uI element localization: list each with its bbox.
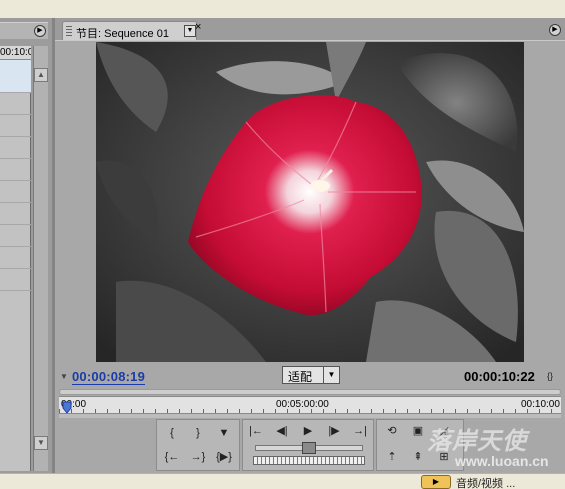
window-top-strip: [0, 0, 565, 18]
video-preview[interactable]: [96, 42, 524, 362]
time-ruler[interactable]: 00:00 00:05:00:00 00:10:00: [59, 396, 561, 414]
extract-icon[interactable]: ⇞: [407, 448, 429, 466]
vertical-scrollbar[interactable]: ▲ ▼: [33, 46, 48, 471]
track-row[interactable]: [0, 270, 31, 291]
play-icon[interactable]: ▶: [297, 422, 319, 440]
duration-timecode: 00:00:10:22: [464, 369, 535, 384]
scroll-up-arrow-icon[interactable]: ▲: [34, 68, 48, 82]
timeline-track-list: 00:10:00: [0, 46, 31, 471]
jog-wheel[interactable]: [253, 456, 365, 465]
timecode-marker-icon: ▼: [60, 372, 68, 381]
track-row[interactable]: [0, 182, 31, 203]
track-row[interactable]: [0, 94, 31, 115]
timeline-ruler: 00:10:00: [0, 46, 31, 60]
selected-track-row[interactable]: [0, 60, 31, 93]
taskbar-item-label[interactable]: 音频/视频 ...: [456, 475, 515, 489]
taskbar-app-icon[interactable]: ▶: [421, 475, 451, 489]
set-marker-icon[interactable]: ▼: [213, 424, 235, 442]
playback-button-group: |← ◀| ▶ |▶ →|: [242, 419, 374, 471]
track-row[interactable]: [0, 116, 31, 137]
shuttle-slider[interactable]: [255, 442, 363, 454]
ruler-ticks: [59, 409, 561, 413]
program-monitor-tab[interactable]: 节目: Sequence 01 ▼: [62, 21, 197, 40]
zoom-fit-label: 适配: [288, 370, 313, 384]
view-zoom-scrollbar[interactable]: [59, 389, 561, 395]
go-to-in-icon[interactable]: {←: [161, 448, 183, 466]
timeline-panel: ▶ 00:10:00 ▲ ▼: [0, 18, 52, 473]
mark-out-icon[interactable]: }: [187, 424, 209, 442]
safe-margins-icon[interactable]: ▣: [407, 422, 429, 440]
track-row[interactable]: [0, 226, 31, 247]
marker-button-group: { } ▼ {← →} {▶}: [156, 419, 240, 471]
program-monitor-panel: 节目: Sequence 01 ▼ × ▶ ▼ 00:00:08:19 适配 ▼…: [55, 18, 565, 473]
lift-icon[interactable]: ⇡: [381, 448, 403, 466]
step-forward-icon[interactable]: →|: [349, 422, 371, 440]
work-area-bar[interactable]: [59, 414, 561, 418]
step-back-frame-icon[interactable]: ◀|: [271, 422, 293, 440]
tab-grip-icon[interactable]: [66, 26, 72, 36]
step-back-icon[interactable]: |←: [245, 422, 267, 440]
watermark-url: www.luoan.cn: [455, 453, 549, 469]
track-row[interactable]: [0, 248, 31, 269]
go-to-out-icon[interactable]: →}: [187, 448, 209, 466]
mark-in-icon[interactable]: {: [161, 424, 183, 442]
taskbar-strip: ▶ 音频/视频 ...: [0, 473, 565, 489]
loop-icon[interactable]: ⟲: [381, 422, 403, 440]
zoom-fit-select[interactable]: 适配 ▼: [282, 366, 340, 384]
panel-menu-icon[interactable]: ▶: [549, 24, 561, 36]
duration-icon: {}: [547, 371, 554, 381]
shuttle-knob[interactable]: [302, 442, 316, 454]
dropdown-arrow-icon: ▼: [323, 367, 339, 383]
panel-menu-icon[interactable]: ▶: [34, 25, 46, 37]
step-forward-frame-icon[interactable]: |▶: [323, 422, 345, 440]
current-timecode[interactable]: 00:00:08:19: [72, 369, 146, 385]
watermark-title: 落岸天使: [427, 426, 527, 455]
scroll-down-arrow-icon[interactable]: ▼: [34, 436, 48, 450]
timeline-panel-tabbar: ▶: [0, 22, 48, 39]
timeline-ruler-time: 00:10:00: [0, 47, 31, 58]
track-row[interactable]: [0, 160, 31, 181]
play-in-to-out-icon[interactable]: {▶}: [213, 448, 235, 466]
close-icon[interactable]: ×: [195, 21, 201, 33]
program-monitor-tab-label: 节目: Sequence 01: [76, 28, 169, 40]
program-monitor-content: ▼ 00:00:08:19 适配 ▼ 00:00:10:22 {} 00:00 …: [55, 40, 565, 473]
playhead-icon[interactable]: [62, 401, 72, 415]
track-row[interactable]: [0, 138, 31, 159]
track-row[interactable]: [0, 204, 31, 225]
video-frame-image: [96, 42, 524, 362]
